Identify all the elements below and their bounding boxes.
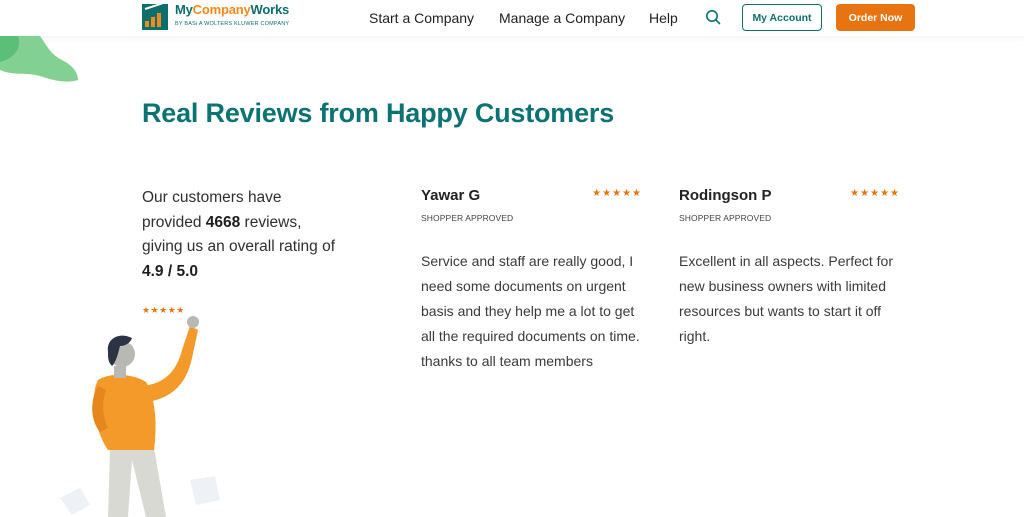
nav-start-a-company[interactable]: Start a Company <box>369 10 474 26</box>
nav-help[interactable]: Help <box>649 10 678 26</box>
section-heading: Real Reviews from Happy Customers <box>142 98 615 128</box>
logo-name: MyCompanyWorks <box>175 3 289 17</box>
review-card: Rodingson P ★★★★★ SHOPPER APPROVED Excel… <box>679 186 904 349</box>
logo-name-my: My <box>175 2 193 17</box>
my-account-button[interactable]: My Account <box>742 4 822 31</box>
person-illustration <box>60 316 220 517</box>
overall-rating: 4.9 / 5.0 <box>142 262 199 280</box>
nav-manage-a-company[interactable]: Manage a Company <box>499 10 625 26</box>
logo[interactable]: MyCompanyWorks BY BASi A WOLTERS KLUWER … <box>142 2 302 33</box>
review-count: 4668 <box>205 213 241 231</box>
logo-mark-icon <box>142 2 168 30</box>
review-summary: Our customers have provided 4668 reviews… <box>142 186 342 284</box>
review-stars-icon: ★★★★★ <box>850 188 900 199</box>
logo-name-company: Company <box>192 2 251 17</box>
logo-text: MyCompanyWorks BY BASi A WOLTERS KLUWER … <box>175 3 290 28</box>
review-stars-icon: ★★★★★ <box>592 188 642 199</box>
decorative-blob <box>0 36 78 82</box>
review-text: Excellent in all aspects. Perfect for ne… <box>679 253 893 344</box>
logo-name-works: Works <box>250 2 290 17</box>
search-icon[interactable] <box>705 9 721 25</box>
review-card: Yawar G ★★★★★ SHOPPER APPROVED Service a… <box>421 186 646 374</box>
shopper-approved-badge: SHOPPER APPROVED <box>421 213 514 223</box>
review-text: Service and staff are really good, I nee… <box>421 253 640 369</box>
site-header: MyCompanyWorks BY BASi A WOLTERS KLUWER … <box>0 0 1024 36</box>
shopper-approved-badge: SHOPPER APPROVED <box>679 213 772 223</box>
logo-tagline: BY BASi A WOLTERS KLUWER COMPANY <box>175 21 290 27</box>
order-now-button[interactable]: Order Now <box>836 4 915 31</box>
